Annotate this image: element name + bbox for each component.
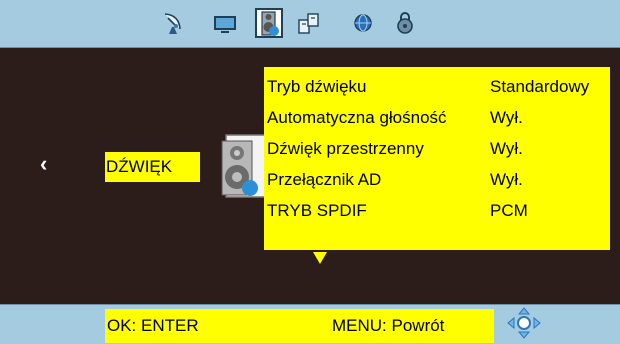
menu-item-surround-sound[interactable]: Dźwięk przestrzenny Wył. (264, 134, 610, 164)
menu-item-value: Wył. (490, 108, 523, 127)
menu-item-value: Standardowy (490, 77, 590, 96)
menu-back-hint: MENU: Powrót (332, 316, 445, 335)
menu-item-label: Tryb dźwięku (267, 77, 367, 96)
menu-item-label: Przełącznik AD (267, 170, 382, 189)
ok-enter-hint: OK: ENTER (107, 316, 199, 335)
menu-item-label: Dźwięk przestrzenny (267, 139, 424, 158)
menu-item-ad-switch[interactable]: Przełącznik AD Wył. (264, 165, 610, 195)
menu-item-auto-volume[interactable]: Automatyczna głośność Wył. (264, 103, 610, 133)
setup-icon[interactable] (296, 10, 322, 36)
menu-item-value: Wył. (490, 170, 523, 189)
navigation-pad-icon (506, 306, 542, 340)
screen-icon[interactable] (212, 10, 238, 36)
chevron-left-icon[interactable]: ‹ (40, 153, 47, 175)
menu-item-value: PCM (490, 201, 528, 220)
globe-icon[interactable] (350, 10, 376, 36)
lock-icon[interactable] (392, 10, 418, 36)
menu-item-sound-mode[interactable]: Tryb dźwięku Standardowy (264, 72, 610, 102)
scroll-down-icon[interactable] (313, 252, 327, 264)
menu-item-label: TRYB SPDIF (267, 201, 367, 220)
section-title: DŹWIĘK (105, 152, 200, 182)
sound-icon[interactable] (253, 6, 285, 40)
satellite-icon[interactable] (160, 10, 186, 36)
sound-settings-menu: Tryb dźwięku Standardowy Automatyczna gł… (264, 67, 610, 250)
osd-screen: ‹ DŹWIĘK Tryb dźwięku Standardowy Automa… (0, 0, 620, 344)
menu-item-spdif-mode[interactable]: TRYB SPDIF PCM (264, 196, 610, 226)
menu-item-value: Wył. (490, 139, 523, 158)
menu-item-label: Automatyczna głośność (267, 108, 447, 127)
menu-tab-bar (0, 0, 620, 48)
